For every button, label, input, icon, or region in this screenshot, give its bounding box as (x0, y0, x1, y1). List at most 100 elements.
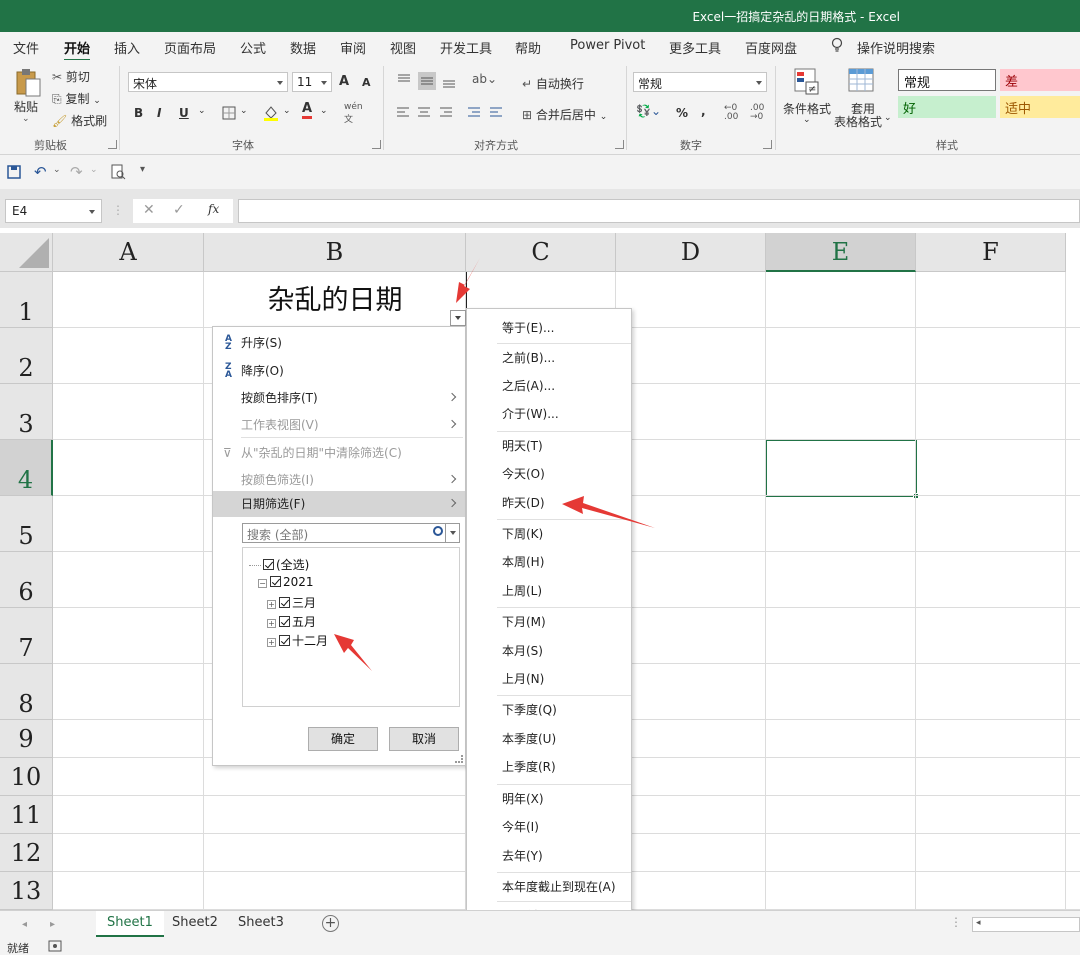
date-filter-option[interactable]: 明天(T) (502, 437, 543, 454)
date-filter-option[interactable]: 之前(B)... (502, 349, 555, 366)
paste-button[interactable]: 粘贴 (14, 98, 38, 115)
ribbon-tab[interactable]: 插入 (114, 38, 140, 57)
enter-icon[interactable]: ✓ (173, 202, 185, 218)
number-format-select[interactable]: 常规 (633, 72, 767, 92)
sort-by-color[interactable]: 按颜色排序(T) (213, 385, 465, 411)
filter-tree-item[interactable]: −2021 (258, 575, 314, 589)
ribbon-tab[interactable]: 开始 (64, 38, 91, 62)
row-header-7[interactable]: 7 (0, 608, 53, 664)
checkbox-checked[interactable] (279, 597, 290, 608)
clipboard-launcher[interactable] (108, 140, 117, 149)
date-filter-option[interactable]: 上季度(R) (502, 758, 556, 775)
redo-icon[interactable]: ↷ (70, 163, 83, 181)
date-filter-option[interactable]: 上月(N) (502, 670, 544, 687)
column-header-b[interactable]: B (204, 233, 466, 272)
alignment-launcher[interactable] (615, 140, 624, 149)
ribbon-tab[interactable]: 数据 (290, 38, 316, 57)
filter-tree-item[interactable]: (全选) (249, 556, 309, 573)
row-header-10[interactable]: 10 (0, 758, 53, 796)
search-dropdown[interactable] (445, 524, 459, 542)
table-format-dropdown[interactable]: ⌄ (884, 113, 892, 123)
paste-icon[interactable] (14, 68, 42, 98)
cell-style-swatch[interactable]: 常规 (898, 69, 996, 91)
border-icon[interactable] (222, 106, 236, 120)
number-launcher[interactable] (763, 140, 772, 149)
resize-grip[interactable] (455, 755, 463, 763)
customize-qat-icon[interactable]: ▾ (140, 164, 145, 175)
date-filters[interactable]: 日期筛选(F) (213, 491, 465, 517)
expand-icon[interactable]: + (267, 600, 276, 609)
date-filter-option[interactable]: 去年(Y) (502, 847, 543, 864)
undo-icon[interactable]: ↶ (34, 163, 47, 181)
date-filter-option[interactable]: 今年(I) (502, 818, 539, 835)
merge-center-button[interactable]: ⊞ 合并后居中 ⌄ (522, 106, 607, 123)
formula-input[interactable] (238, 199, 1080, 223)
date-filter-option[interactable]: 下周(K) (502, 525, 543, 542)
column-header-d[interactable]: D (616, 233, 766, 272)
filter-tree-item[interactable]: + 五月 (267, 613, 316, 630)
tell-me-search[interactable]: 操作说明搜索 (857, 38, 935, 57)
scroll-left-icon[interactable]: ◂ (976, 918, 981, 928)
grow-font-button[interactable]: A (339, 74, 349, 89)
column-header-c[interactable]: C (466, 233, 616, 272)
ribbon-tab[interactable]: 百度网盘 (745, 38, 797, 57)
date-filter-option[interactable]: 上周(L) (502, 582, 542, 599)
table-format-label-2[interactable]: 表格格式 (834, 113, 882, 130)
sheet-tab[interactable]: Sheet2 (161, 911, 229, 937)
ribbon-tab[interactable]: 视图 (390, 38, 416, 57)
sheet-tab[interactable]: Sheet1 (96, 911, 164, 937)
date-filter-option[interactable]: 之后(A)... (502, 377, 555, 394)
ribbon-tab[interactable]: 页面布局 (164, 38, 216, 57)
selected-cell-e4[interactable] (765, 439, 919, 499)
row-header-1[interactable]: 1 (0, 272, 53, 328)
cancel-button[interactable]: 取消 (389, 727, 459, 751)
filter-search-input[interactable]: 搜索 (全部) (242, 523, 460, 543)
conditional-format-dropdown[interactable]: ⌄ (803, 115, 811, 125)
date-filter-option[interactable]: 本季度(U) (502, 730, 556, 747)
font-color-dropdown[interactable]: ⌄ (320, 106, 328, 116)
sort-descending[interactable]: ZA 降序(O) (213, 358, 465, 384)
ribbon-tab[interactable]: 帮助 (515, 38, 541, 57)
date-filter-option[interactable]: 本年度截止到现在(A) (502, 878, 616, 895)
expand-icon[interactable]: + (267, 638, 276, 647)
comma-button[interactable]: , (701, 104, 706, 118)
vertical-align-icons[interactable] (396, 72, 466, 90)
copy-button[interactable]: ⎘ 复制 ⌄ (52, 90, 101, 107)
font-size-select[interactable]: 11 (292, 72, 332, 92)
table-format-icon[interactable] (848, 68, 876, 96)
cell-b1[interactable]: 杂乱的日期 (204, 272, 466, 328)
filter-tree-item[interactable]: + 十二月 (267, 632, 328, 649)
date-filter-option[interactable]: 昨天(D) (502, 494, 545, 511)
row-header-6[interactable]: 6 (0, 552, 53, 608)
cut-button[interactable]: ✂ 剪切 (52, 68, 90, 85)
filter-dropdown-button[interactable] (450, 310, 466, 326)
row-header-3[interactable]: 3 (0, 384, 53, 440)
horizontal-align-icons[interactable] (396, 106, 506, 120)
percent-button[interactable]: % (676, 106, 688, 120)
font-launcher[interactable] (372, 140, 381, 149)
phonetic-icon[interactable]: wén 文 (344, 102, 363, 125)
decrease-decimal-icon[interactable]: .00 →0 (750, 104, 764, 122)
increase-decimal-icon[interactable]: ←0.00 (724, 104, 738, 122)
currency-icon[interactable]: 💱⌄ (636, 104, 661, 118)
font-name-select[interactable]: 宋体 (128, 72, 288, 92)
row-header-5[interactable]: 5 (0, 496, 53, 552)
ribbon-tab[interactable]: 更多工具 (669, 38, 721, 57)
undo-dropdown[interactable]: ⌄ (53, 165, 61, 175)
add-sheet-button[interactable]: + (322, 915, 339, 932)
prev-sheet-icon[interactable]: ◂ (22, 919, 27, 930)
expand-icon[interactable]: + (267, 619, 276, 628)
row-header-9[interactable]: 9 (0, 720, 53, 758)
column-header-f[interactable]: F (916, 233, 1066, 272)
ribbon-tab[interactable]: Power Pivot (570, 38, 645, 53)
row-header-12[interactable]: 12 (0, 834, 53, 872)
underline-button[interactable]: U (179, 106, 189, 120)
save-icon[interactable] (7, 165, 21, 179)
macro-record-icon[interactable] (48, 940, 62, 952)
next-sheet-icon[interactable]: ▸ (50, 919, 55, 930)
checkbox-checked[interactable] (270, 576, 281, 587)
sheet-tab[interactable]: Sheet3 (227, 911, 295, 937)
shrink-font-button[interactable]: A (362, 76, 371, 89)
ribbon-tab[interactable]: 审阅 (340, 38, 366, 57)
paste-dropdown[interactable]: ⌄ (22, 114, 30, 124)
